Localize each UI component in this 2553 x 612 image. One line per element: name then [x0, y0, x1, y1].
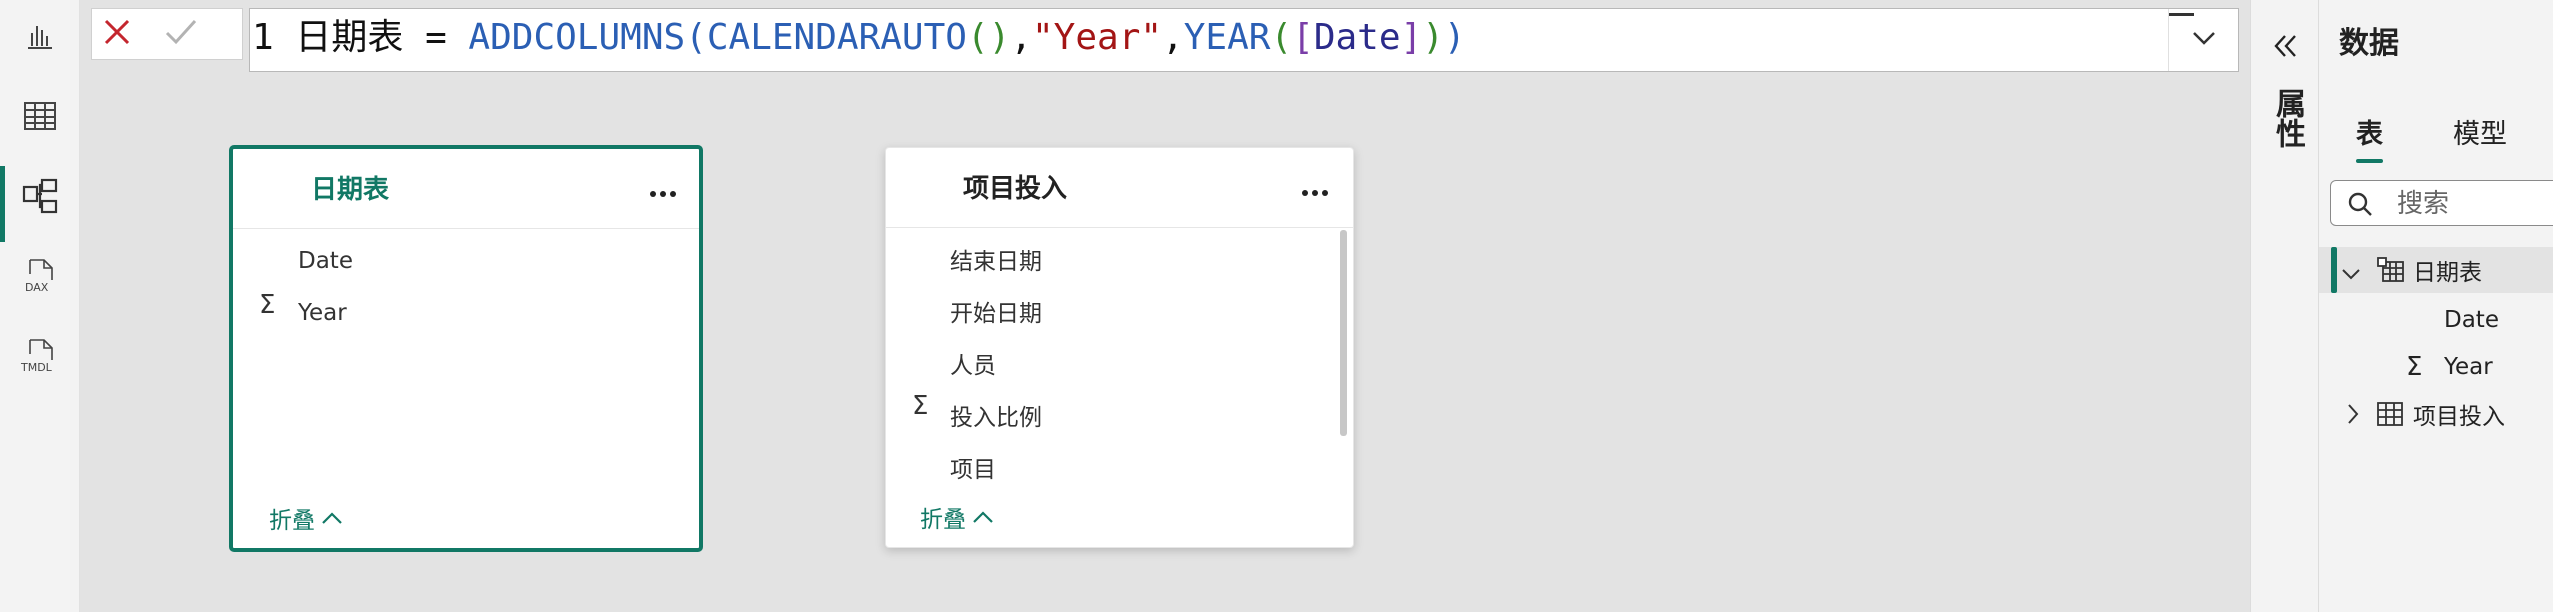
tree-item-date-table[interactable]: 日期表	[2319, 247, 2553, 293]
table-icon	[2377, 402, 2403, 432]
scrollbar[interactable]	[1340, 230, 1347, 436]
properties-label: 属性	[2270, 88, 2305, 148]
table-card-date[interactable]: 日期表 Date Σ Year 折叠	[229, 145, 703, 552]
fn-calendarauto: CALENDARAUTO	[706, 17, 967, 58]
formula-text[interactable]: 1 日期表 = ADDCOLUMNS(CALENDARAUTO(),"Year"…	[252, 15, 1466, 61]
field-item[interactable]: 投入比例	[950, 390, 1042, 440]
tab-tables[interactable]: 表	[2356, 112, 2383, 163]
field-item[interactable]: 开始日期	[950, 286, 1042, 336]
paren: (	[1270, 17, 1293, 58]
card-header: 项目投入	[886, 148, 1353, 228]
field-item[interactable]: Year	[298, 288, 347, 338]
card-title: 项目投入	[963, 174, 1068, 204]
ellipsis-icon	[649, 179, 677, 199]
cancel-formula-button[interactable]	[92, 9, 142, 59]
close-icon	[102, 17, 132, 51]
table-card-project[interactable]: 项目投入 结束日期 开始日期 人员 Σ 投入比例 项目 折叠	[885, 147, 1354, 548]
line-number: 1	[252, 17, 274, 58]
more-options-button[interactable]	[643, 169, 683, 209]
fn-year: YEAR	[1183, 17, 1271, 58]
card-title: 日期表	[311, 175, 390, 205]
paren: )	[1443, 17, 1466, 58]
calculated-table-icon	[2377, 257, 2405, 289]
field-date: Date	[1313, 17, 1401, 58]
svg-text:TMDL: TMDL	[20, 361, 53, 374]
tree-item-label: 项目投入	[2413, 404, 2505, 430]
paren: ()	[966, 17, 1011, 58]
dax-icon: DAX	[22, 258, 58, 294]
bar-chart-icon	[25, 21, 55, 51]
more-options-button[interactable]	[1295, 168, 1335, 208]
tree-item-field[interactable]: Date	[2319, 297, 2553, 343]
formula-actions	[91, 8, 243, 60]
double-chevron-left-icon	[2271, 32, 2299, 64]
report-view-button[interactable]	[0, 0, 80, 72]
collapse-button[interactable]: 折叠	[920, 500, 994, 534]
tab-model[interactable]: 模型	[2453, 112, 2507, 151]
chevron-up-icon	[972, 504, 994, 530]
tree-item-label: 日期表	[2413, 260, 2482, 286]
table-view-button[interactable]	[0, 80, 80, 152]
string-year: "Year"	[1032, 17, 1163, 58]
field-item[interactable]: Date	[298, 236, 353, 286]
data-pane-title: 数据	[2339, 26, 2399, 61]
model-view-button[interactable]	[0, 160, 80, 242]
model-icon	[22, 178, 58, 214]
formula-equals: =	[403, 17, 469, 58]
search-icon	[2347, 191, 2373, 221]
collapse-button[interactable]: 折叠	[269, 501, 343, 535]
sigma-icon: Σ	[912, 391, 929, 421]
field-item[interactable]: 项目	[950, 442, 996, 492]
tree-item-field[interactable]: Σ Year	[2319, 344, 2553, 390]
sigma-icon: Σ	[2406, 352, 2423, 382]
field-item[interactable]: 结束日期	[950, 234, 1042, 284]
search-input[interactable]	[2395, 187, 2553, 221]
expand-formula-button[interactable]	[2168, 9, 2238, 71]
formula-editor[interactable]: 1 日期表 = ADDCOLUMNS(CALENDARAUTO(),"Year"…	[249, 8, 2239, 72]
dax-query-view-button[interactable]: DAX	[0, 240, 80, 312]
chevron-down-icon	[2192, 30, 2216, 50]
tree-item-label: Year	[2444, 354, 2493, 380]
chevron-up-icon	[321, 505, 343, 531]
data-pane: 数据 表 模型 日期表 Date Σ Year 项目投入	[2318, 0, 2553, 612]
comma: ,	[1162, 17, 1184, 58]
view-rail: DAX TMDL	[0, 0, 80, 612]
collapse-label: 折叠	[920, 507, 966, 533]
sigma-icon: Σ	[259, 290, 276, 320]
search-box[interactable]	[2330, 180, 2553, 226]
card-header: 日期表	[233, 149, 699, 229]
checkmark-icon	[164, 17, 198, 51]
formula-table-name: 日期表	[295, 17, 404, 58]
bracket: ]	[1400, 17, 1423, 58]
tree-item-label: Date	[2444, 307, 2499, 333]
paren: )	[1422, 17, 1444, 58]
commit-formula-button[interactable]	[156, 9, 206, 59]
tmdl-view-button[interactable]: TMDL	[0, 320, 80, 392]
bracket: [	[1292, 17, 1314, 58]
svg-text:DAX: DAX	[25, 281, 49, 294]
collapse-label: 折叠	[269, 508, 315, 534]
field-item[interactable]: 人员	[950, 338, 996, 388]
fn-addcolumns: ADDCOLUMNS	[468, 17, 686, 58]
table-grid-icon	[24, 102, 56, 130]
expand-properties-button[interactable]	[2267, 30, 2303, 66]
chevron-down-icon	[2341, 261, 2361, 287]
ellipsis-icon	[1301, 178, 1329, 198]
chevron-right-icon	[2346, 403, 2360, 431]
paren: (	[685, 17, 707, 58]
tree-item-project-table[interactable]: 项目投入	[2319, 391, 2553, 437]
properties-pane: 属性	[2250, 0, 2318, 612]
tmdl-icon: TMDL	[20, 338, 60, 374]
comma: ,	[1010, 17, 1032, 58]
